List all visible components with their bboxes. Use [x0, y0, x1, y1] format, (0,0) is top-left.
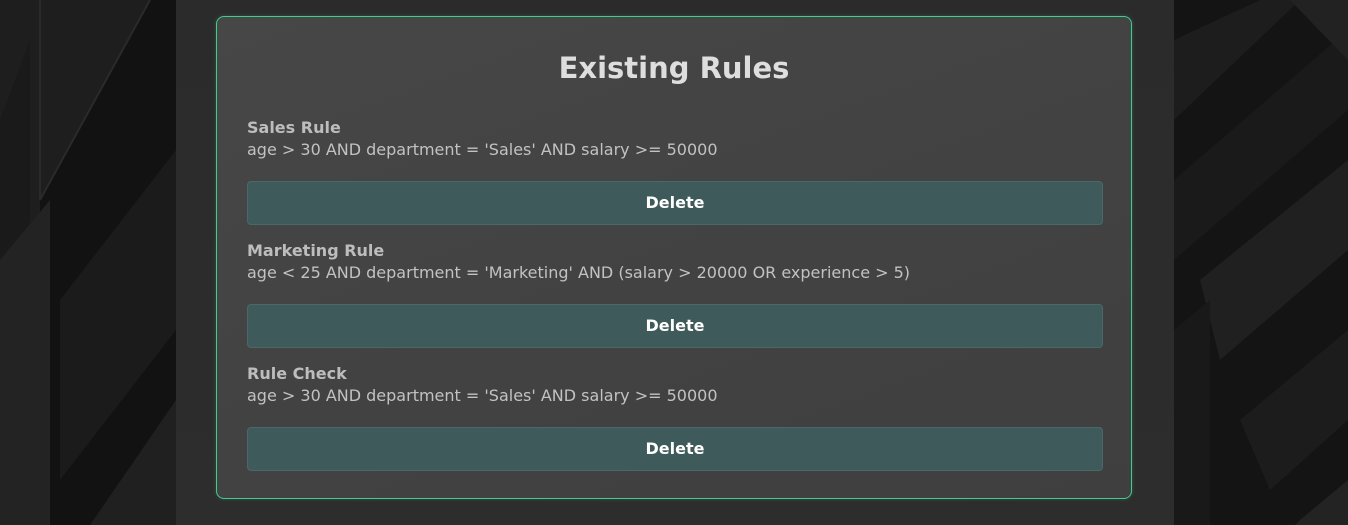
page-title: Existing Rules — [558, 51, 790, 85]
existing-rules-card: Existing Rules Sales Rule age > 30 AND d… — [216, 16, 1132, 499]
delete-rule-button[interactable]: Delete — [247, 427, 1103, 471]
rule-expression: age < 25 AND department = 'Marketing' AN… — [247, 263, 911, 282]
rule-item-sales: Sales Rule age > 30 AND department = 'Sa… — [247, 118, 1103, 225]
rule-item-marketing: Marketing Rule age < 25 AND department =… — [247, 241, 1103, 348]
rule-name: Rule Check — [247, 364, 347, 383]
delete-rule-button[interactable]: Delete — [247, 181, 1103, 225]
rule-expression: age > 30 AND department = 'Sales' AND sa… — [247, 140, 718, 159]
rule-name: Marketing Rule — [247, 241, 385, 260]
rule-expression: age > 30 AND department = 'Sales' AND sa… — [247, 386, 718, 405]
delete-rule-button[interactable]: Delete — [247, 304, 1103, 348]
rule-item-check: Rule Check age > 30 AND department = 'Sa… — [247, 364, 1103, 471]
rule-name: Sales Rule — [247, 118, 341, 137]
